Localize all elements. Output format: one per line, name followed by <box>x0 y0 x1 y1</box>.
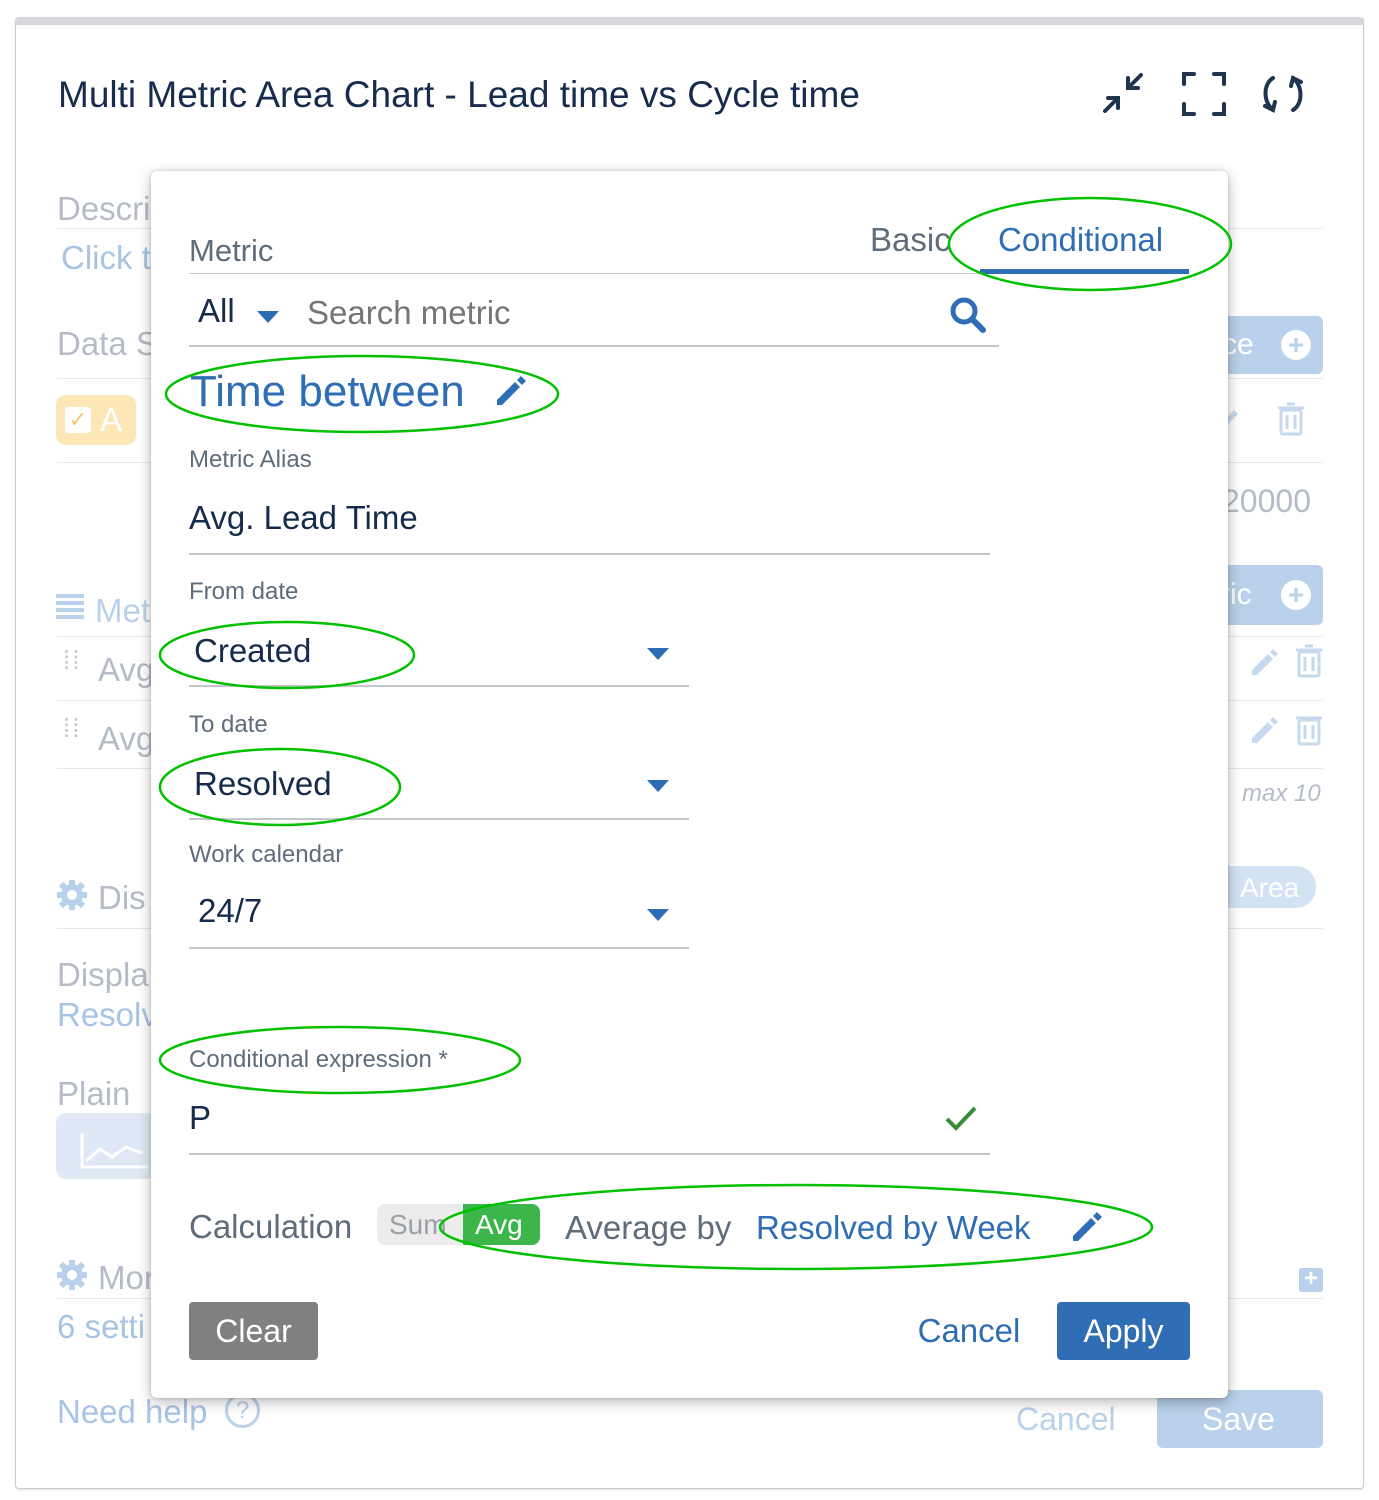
description-link[interactable]: Click t <box>61 239 151 277</box>
conditional-expression-input[interactable] <box>189 1093 929 1143</box>
metric-filter-select[interactable]: All <box>198 292 235 330</box>
gear-icon <box>57 880 87 910</box>
alias-label: Metric Alias <box>189 446 312 473</box>
trash-icon[interactable] <box>1294 644 1324 678</box>
divider <box>189 818 689 820</box>
divider <box>189 1153 990 1155</box>
max-metrics-note: max 10 <box>1242 780 1321 807</box>
metric-label: Metric <box>189 233 274 268</box>
help-icon[interactable]: ? <box>225 1393 260 1428</box>
average-by-link[interactable]: Resolved by Week <box>756 1209 1031 1247</box>
gear-icon <box>57 1260 87 1290</box>
tab-conditional[interactable]: Conditional <box>998 221 1163 259</box>
list-icon <box>56 594 84 620</box>
gadget-title: Multi Metric Area Chart - Lead time vs C… <box>58 74 860 115</box>
work-calendar-select[interactable]: 24/7 <box>198 892 262 930</box>
clear-button[interactable]: Clear <box>189 1302 318 1360</box>
divider <box>189 273 851 274</box>
drag-handle-icon[interactable]: ⁞⁞ <box>63 647 81 673</box>
more-settings-label: Mor <box>98 1259 155 1296</box>
line-chart-icon <box>80 1133 148 1169</box>
source-chip[interactable]: ✓ A <box>56 395 136 445</box>
limit-value: 20000 <box>1222 483 1311 519</box>
expand-icon[interactable]: + <box>1299 1267 1323 1292</box>
active-tab-indicator <box>980 269 1189 274</box>
calc-sum-option[interactable]: Sum <box>377 1204 473 1245</box>
from-date-select[interactable]: Created <box>194 632 311 670</box>
drag-handle-icon[interactable]: ⁞⁞ <box>63 715 81 741</box>
tab-basic[interactable]: Basic <box>870 221 951 259</box>
search-input[interactable] <box>307 289 927 337</box>
refresh-icon[interactable] <box>1259 70 1307 118</box>
calc-avg-option[interactable]: Avg <box>463 1204 540 1245</box>
footer-cancel-button[interactable]: Cancel <box>1016 1401 1116 1438</box>
fullscreen-icon[interactable] <box>1180 70 1228 118</box>
from-date-label: From date <box>189 578 299 605</box>
metric-modal: Metric Basic Conditional All Time betwee… <box>151 171 1228 1398</box>
chart-thumbnail[interactable] <box>56 1113 156 1179</box>
checkbox-icon: ✓ <box>65 407 91 433</box>
collapse-icon[interactable] <box>1100 70 1148 118</box>
trash-icon[interactable] <box>1294 712 1324 746</box>
divider <box>189 553 990 555</box>
edit-icon[interactable] <box>1069 1209 1105 1245</box>
description-label: Descri <box>57 190 151 227</box>
plus-icon: + <box>1281 330 1311 360</box>
metrics-label: Met <box>95 592 151 629</box>
alias-input[interactable] <box>189 493 989 543</box>
plain-label: Plain <box>57 1075 131 1112</box>
chevron-down-icon[interactable] <box>647 780 669 792</box>
average-by-label: Average by <box>565 1209 732 1246</box>
cancel-button[interactable]: Cancel <box>909 1302 1029 1360</box>
search-icon[interactable] <box>949 296 987 334</box>
metric-name: Time between <box>190 367 465 416</box>
display-label: Dis <box>98 879 146 916</box>
chevron-down-icon[interactable] <box>257 311 279 323</box>
divider <box>189 345 999 347</box>
help-link[interactable]: Need help <box>57 1393 207 1431</box>
chevron-down-icon[interactable] <box>647 648 669 660</box>
plus-icon: + <box>1281 580 1311 610</box>
edit-icon[interactable] <box>493 373 529 409</box>
data-source-label: Data S <box>57 325 158 362</box>
calculation-label: Calculation <box>189 1208 353 1245</box>
divider <box>189 947 689 949</box>
display-by-label: Displa <box>57 956 149 993</box>
chevron-down-icon[interactable] <box>647 909 669 921</box>
more-settings-value[interactable]: 6 setti <box>57 1308 145 1346</box>
apply-button[interactable]: Apply <box>1057 1302 1190 1360</box>
conditional-expression-label: Conditional expression * <box>189 1046 448 1073</box>
metric-row[interactable]: Avg <box>98 720 154 758</box>
divider <box>189 685 689 687</box>
metric-row[interactable]: Avg <box>98 651 154 689</box>
work-calendar-label: Work calendar <box>189 841 344 868</box>
display-by-value[interactable]: Resolv <box>57 996 158 1034</box>
check-icon <box>945 1106 977 1131</box>
edit-icon[interactable] <box>1248 646 1280 678</box>
to-date-label: To date <box>189 711 268 738</box>
trash-icon[interactable] <box>1276 402 1306 436</box>
to-date-select[interactable]: Resolved <box>194 765 332 803</box>
save-button[interactable]: Save <box>1157 1390 1323 1448</box>
edit-icon[interactable] <box>1248 714 1280 746</box>
